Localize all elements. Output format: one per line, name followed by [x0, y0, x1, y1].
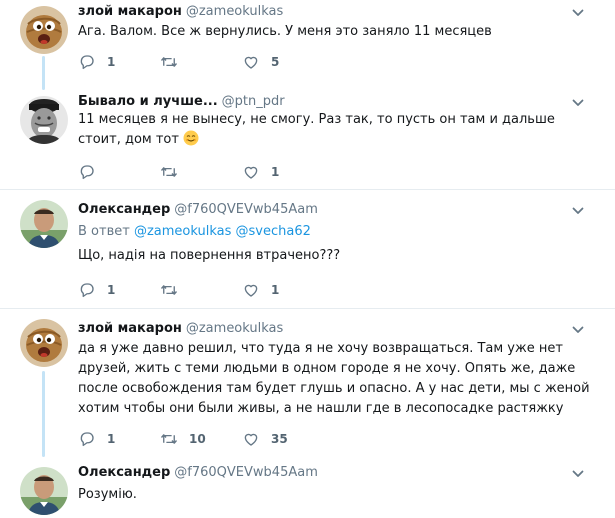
reply-mention-link[interactable]: @svecha62	[236, 224, 311, 239]
chevron-down-icon[interactable]	[571, 96, 585, 110]
heart-icon	[242, 430, 260, 448]
tweet-text: Розумію.	[78, 487, 137, 502]
tweet-actions: 1 1	[78, 280, 598, 300]
author-name[interactable]: злой макарон	[78, 4, 182, 19]
avatar[interactable]	[20, 319, 68, 367]
heart-icon	[242, 163, 260, 181]
tweet-actions: 1 10 35	[78, 429, 598, 449]
reply-button[interactable]	[78, 162, 107, 182]
reply-button[interactable]: 1	[78, 52, 115, 72]
tweet-header: злой макарон @zameokulkas	[78, 4, 283, 19]
tweet-actions: 1	[78, 162, 598, 182]
reply-icon	[78, 281, 96, 299]
reply-prefix: В ответ	[78, 224, 130, 239]
chevron-down-icon[interactable]	[571, 6, 585, 20]
author-name[interactable]: Олександер	[78, 202, 170, 217]
heart-icon	[242, 53, 260, 71]
like-count: 1	[271, 165, 280, 179]
tweet-header: Бывало и лучше... @ptn_pdr	[78, 94, 285, 109]
tweet-header: Олександер @f760QVEVwb45Aam	[78, 202, 318, 217]
author-name[interactable]: Бывало и лучше...	[78, 94, 218, 109]
like-count: 5	[271, 55, 280, 69]
like-button[interactable]: 1	[242, 162, 279, 182]
tweet-text: 11 месяцев я не вынесу, не смогу. Раз та…	[78, 110, 595, 150]
tweet-actions: 1 5	[78, 52, 598, 72]
reply-button[interactable]: 1	[78, 280, 115, 300]
reply-button[interactable]: 1	[78, 429, 115, 449]
tweet-1[interactable]: злой макарон @zameokulkas Ага. Валом. Все…	[0, 0, 615, 92]
retweet-button[interactable]	[160, 280, 189, 300]
chevron-down-icon[interactable]	[571, 467, 585, 481]
smiling-face-icon	[183, 130, 199, 146]
author-handle[interactable]: @f760QVEVwb45Aam	[174, 465, 318, 480]
author-name[interactable]: Олександер	[78, 465, 170, 480]
avatar[interactable]	[20, 96, 68, 144]
tweet-5[interactable]: Олександер @f760QVEVwb45Aam Розумію.	[0, 459, 615, 518]
like-button[interactable]: 35	[242, 429, 288, 449]
chevron-down-icon[interactable]	[571, 204, 585, 218]
retweet-icon	[160, 163, 178, 181]
like-button[interactable]: 1	[242, 280, 279, 300]
reply-mention-link[interactable]: @zameokulkas	[134, 224, 231, 239]
tweet-header: Олександер @f760QVEVwb45Aam	[78, 465, 318, 480]
reply-icon	[78, 163, 96, 181]
author-handle[interactable]: @ptn_pdr	[222, 94, 285, 109]
retweet-icon	[160, 430, 178, 448]
avatar[interactable]	[20, 6, 68, 54]
retweet-button[interactable]	[160, 162, 189, 182]
like-count: 35	[271, 432, 288, 446]
reply-count: 1	[107, 55, 116, 69]
avatar[interactable]	[20, 200, 68, 248]
reply-context: В ответ @zameokulkas @svecha62	[78, 224, 311, 239]
author-handle[interactable]: @zameokulkas	[186, 321, 283, 336]
retweet-count: 10	[189, 432, 206, 446]
retweet-button[interactable]: 10	[160, 429, 206, 449]
heart-icon	[242, 281, 260, 299]
retweet-button[interactable]	[160, 52, 189, 72]
tweet-3[interactable]: Олександер @f760QVEVwb45Aam В ответ @zame…	[0, 190, 615, 306]
tweet-text: Що, надія на повернення втрачено???	[78, 248, 341, 263]
author-name[interactable]: злой макарон	[78, 321, 182, 336]
reply-count: 1	[107, 432, 116, 446]
avatar[interactable]	[20, 467, 68, 515]
author-handle[interactable]: @f760QVEVwb45Aam	[174, 202, 318, 217]
tweet-text: Ага. Валом. Все ж вернулись. У меня это …	[78, 24, 492, 39]
retweet-icon	[160, 53, 178, 71]
tweet-2[interactable]: Бывало и лучше... @ptn_pdr 11 месяцев я н…	[0, 92, 615, 188]
chevron-down-icon[interactable]	[571, 323, 585, 337]
thread-line	[42, 56, 45, 90]
like-button[interactable]: 5	[242, 52, 279, 72]
tweet-4[interactable]: злой макарон @zameokulkas да я уже давно …	[0, 309, 615, 459]
thread-line	[42, 371, 45, 457]
tweet-text: да я уже давно решил, что туда я не хочу…	[78, 341, 590, 416]
tweet-text-body: 11 месяцев я не вынесу, не смогу. Раз та…	[78, 112, 555, 147]
tweet-header: злой макарон @zameokulkas	[78, 321, 283, 336]
reply-icon	[78, 430, 96, 448]
author-handle[interactable]: @zameokulkas	[186, 4, 283, 19]
retweet-icon	[160, 281, 178, 299]
like-count: 1	[271, 283, 280, 297]
reply-icon	[78, 53, 96, 71]
reply-count: 1	[107, 283, 116, 297]
